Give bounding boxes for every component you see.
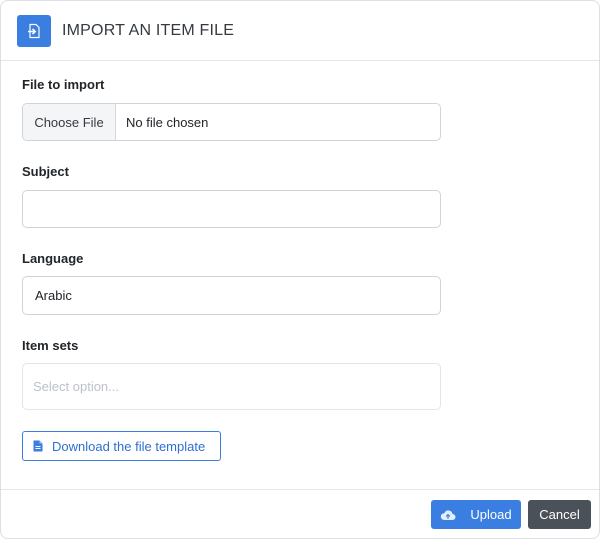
subject-field[interactable] xyxy=(22,190,441,228)
cloud-upload-icon xyxy=(440,509,456,521)
subject-input[interactable] xyxy=(23,191,440,227)
upload-label: Upload xyxy=(470,507,512,522)
download-template-button[interactable]: Download the file template xyxy=(22,431,221,461)
file-status-text: No file chosen xyxy=(126,114,209,130)
language-selected-value: Arabic xyxy=(35,288,72,303)
item-sets-placeholder: Select option... xyxy=(33,379,119,394)
choose-file-button[interactable]: Choose File xyxy=(23,104,116,140)
cancel-button[interactable]: Cancel xyxy=(528,500,591,529)
item-sets-select[interactable]: Select option... xyxy=(22,363,441,410)
language-select[interactable]: Arabic xyxy=(22,276,441,315)
file-import-icon xyxy=(17,14,51,47)
import-item-dialog: IMPORT AN ITEM FILE File to import Choos… xyxy=(0,0,600,539)
file-to-import-label: File to import xyxy=(22,77,105,92)
dialog-title: IMPORT AN ITEM FILE xyxy=(62,21,235,39)
dialog-footer: Upload Cancel xyxy=(1,489,599,538)
upload-button[interactable]: Upload xyxy=(431,500,521,529)
language-label: Language xyxy=(22,251,84,266)
file-input[interactable]: Choose File No file chosen xyxy=(22,103,441,141)
item-sets-label: Item sets xyxy=(22,338,79,353)
cancel-label: Cancel xyxy=(539,507,580,522)
dialog-header: IMPORT AN ITEM FILE xyxy=(1,1,599,61)
subject-label: Subject xyxy=(22,164,69,179)
document-icon xyxy=(33,440,43,452)
download-template-label: Download the file template xyxy=(52,438,206,454)
